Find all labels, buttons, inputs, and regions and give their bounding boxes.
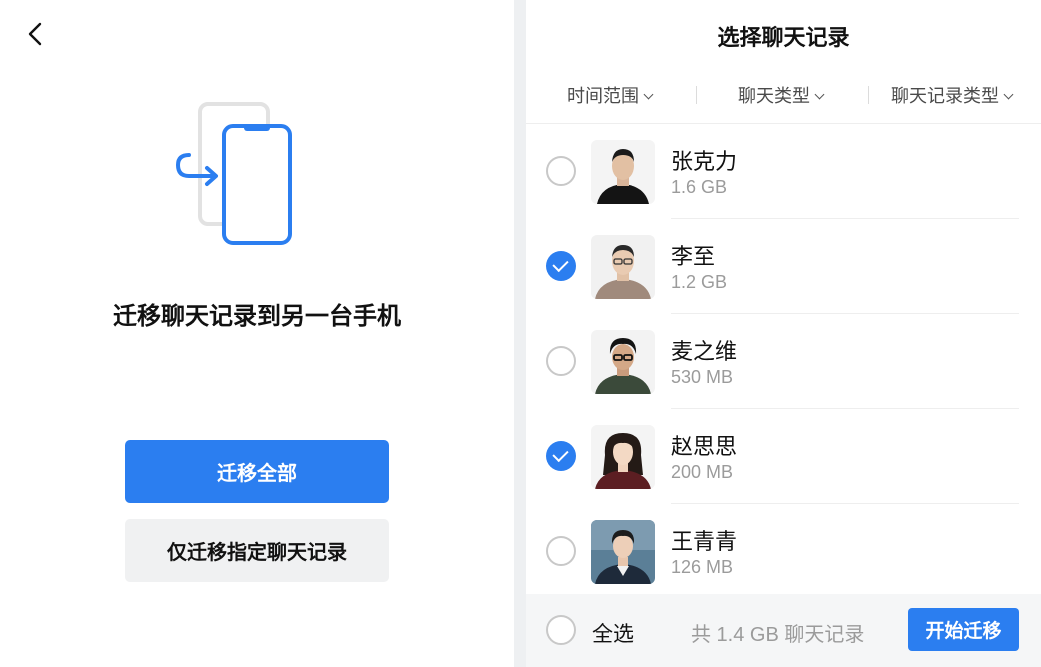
filter-record-type[interactable]: 聊天记录类型: [891, 82, 1014, 108]
migration-intro-panel: 迁移聊天记录到另一台手机 迁移全部 仅迁移指定聊天记录: [0, 0, 514, 667]
filter-label: 时间范围: [567, 86, 639, 106]
checkbox[interactable]: [546, 156, 576, 186]
filter-label: 聊天类型: [738, 86, 810, 106]
avatar: [591, 235, 655, 299]
checkbox[interactable]: [546, 536, 576, 566]
contact-size: 1.6 GB: [671, 177, 728, 197]
contact-size: 200 MB: [671, 462, 734, 482]
panel-title: 选择聊天记录: [717, 25, 850, 50]
contact-name: 李至: [671, 244, 716, 269]
contact-name: 赵思思: [671, 434, 738, 459]
filter-time-range[interactable]: 时间范围: [567, 82, 654, 108]
select-all-checkbox[interactable]: [546, 615, 576, 645]
chevron-down-icon: [1003, 89, 1014, 100]
panel-divider: [514, 0, 526, 667]
page-title: 迁移聊天记录到另一台手机: [113, 303, 401, 330]
checkbox[interactable]: [546, 251, 576, 281]
checkbox[interactable]: [546, 346, 576, 376]
migrate-selected-button[interactable]: 仅迁移指定聊天记录: [125, 519, 389, 582]
avatar: [591, 140, 655, 204]
contact-size: 1.2 GB: [671, 272, 728, 292]
chevron-down-icon: [643, 89, 654, 100]
select-all-label[interactable]: 全选: [592, 618, 634, 648]
phone-transfer-icon: [175, 100, 299, 250]
filter-label: 聊天记录类型: [891, 86, 999, 106]
select-chats-panel: 选择聊天记录 时间范围 聊天类型 聊天记录类型 张克力 1.6 GB 李至 1.…: [526, 0, 1041, 667]
contact-size: 126 MB: [671, 557, 734, 577]
list-item[interactable]: 王青青 126 MB: [526, 504, 1041, 594]
start-migration-button[interactable]: 开始迁移: [908, 608, 1019, 651]
contact-name: 麦之维: [671, 339, 738, 364]
list-item[interactable]: 麦之维 530 MB: [526, 314, 1041, 409]
back-button[interactable]: [22, 20, 50, 48]
avatar: [591, 520, 655, 584]
bottom-action-bar: 全选 共 1.4 GB 聊天记录 开始迁移: [526, 594, 1041, 667]
list-item[interactable]: 赵思思 200 MB: [526, 409, 1041, 504]
checkbox[interactable]: [546, 441, 576, 471]
list-item[interactable]: 李至 1.2 GB: [526, 219, 1041, 314]
contact-size: 530 MB: [671, 367, 734, 387]
filter-separator: [696, 86, 697, 104]
migrate-all-button[interactable]: 迁移全部: [125, 440, 389, 503]
total-size-text: 共 1.4 GB 聊天记录: [691, 624, 865, 646]
contact-name: 张克力: [671, 149, 738, 174]
contact-list[interactable]: 张克力 1.6 GB 李至 1.2 GB 麦之维 530 MB 赵思思 200 …: [526, 124, 1041, 594]
filter-bar: 时间范围 聊天类型 聊天记录类型: [526, 80, 1041, 112]
list-item[interactable]: 张克力 1.6 GB: [526, 124, 1041, 219]
chevron-down-icon: [814, 89, 825, 100]
avatar: [591, 425, 655, 489]
contact-name: 王青青: [671, 529, 738, 554]
filter-chat-type[interactable]: 聊天类型: [738, 82, 825, 108]
chevron-left-icon: [28, 22, 42, 46]
filter-separator: [868, 86, 869, 104]
avatar: [591, 330, 655, 394]
